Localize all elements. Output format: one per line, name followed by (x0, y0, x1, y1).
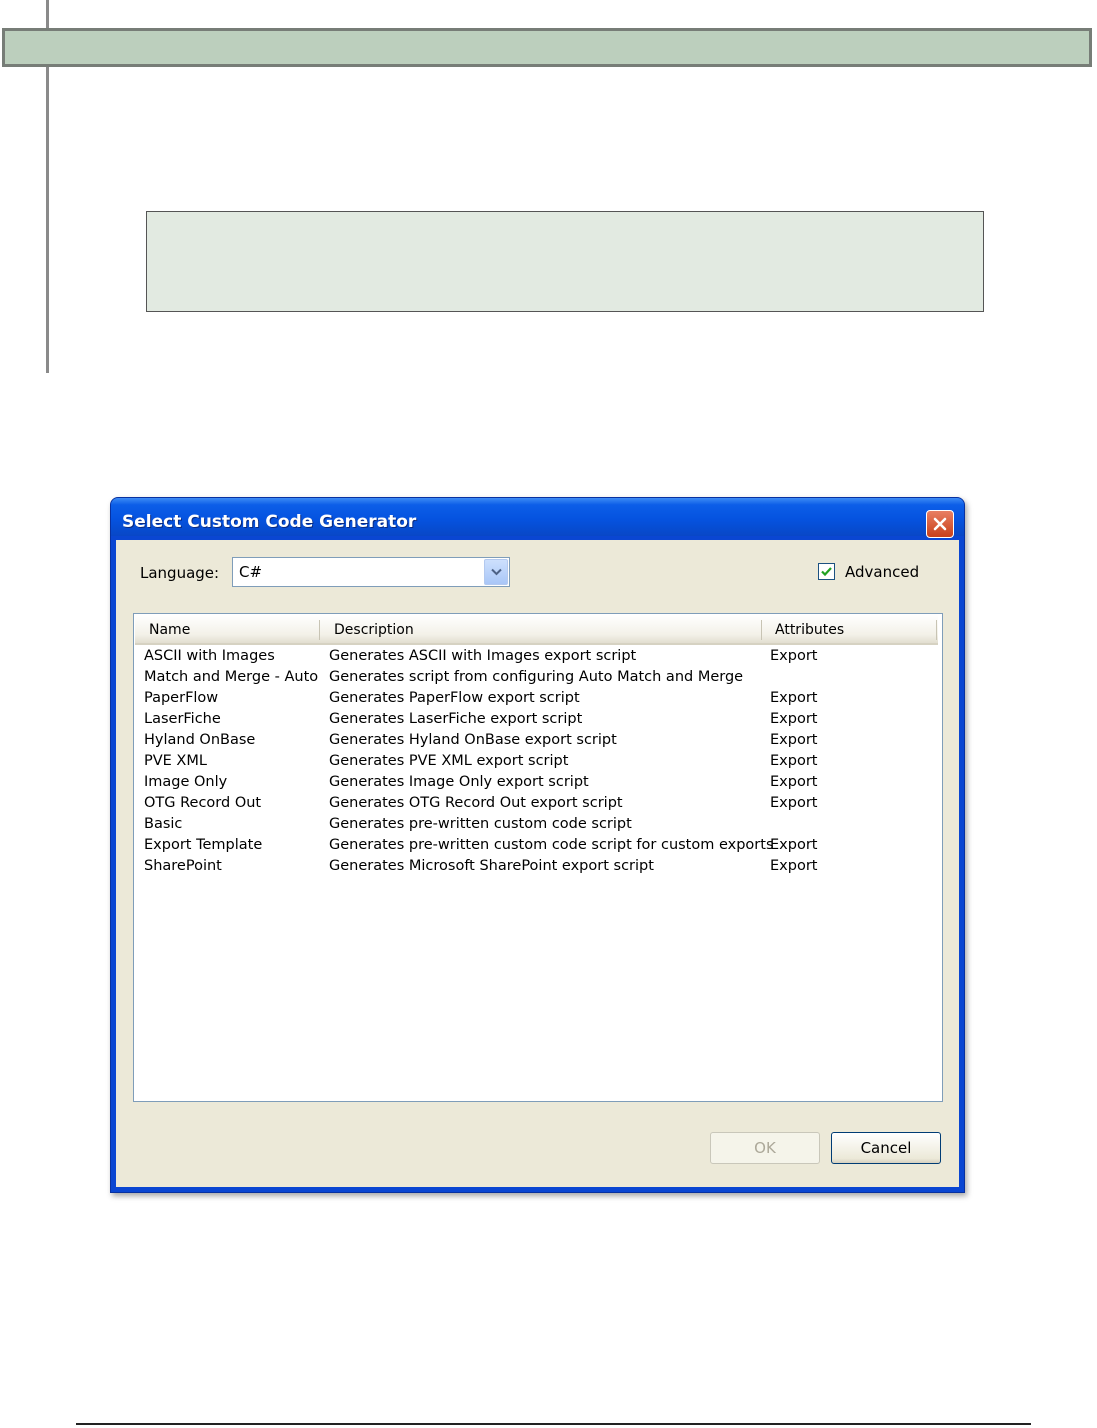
note-box (146, 211, 984, 312)
list-item[interactable]: OTG Record Out Generates OTG Record Out e… (134, 794, 942, 815)
dialog-title-bar[interactable]: Select Custom Code Generator (111, 498, 964, 538)
item-attributes: Export (770, 753, 818, 769)
column-separator[interactable] (936, 620, 937, 640)
column-separator[interactable] (319, 620, 320, 640)
list-body: ASCII with Images Generates ASCII with Im… (134, 647, 942, 878)
item-attributes: Export (770, 837, 818, 853)
item-name: Image Only (144, 774, 228, 790)
item-description: Generates pre-written custom code script (329, 816, 632, 832)
dialog-title: Select Custom Code Generator (122, 512, 417, 532)
item-name: PaperFlow (144, 690, 219, 706)
item-name: Hyland OnBase (144, 732, 256, 748)
list-header: Name Description Attributes (135, 615, 938, 645)
item-name: ASCII with Images (144, 648, 275, 664)
dropdown-button[interactable] (484, 559, 508, 585)
item-description: Generates script from configuring Auto M… (329, 669, 744, 685)
item-name: OTG Record Out (144, 795, 262, 811)
item-name: Basic (144, 816, 183, 832)
list-item[interactable]: Export Template Generates pre-written cus… (134, 836, 942, 857)
item-attributes: Export (770, 690, 818, 706)
item-name: SharePoint (144, 858, 222, 874)
item-description: Generates OTG Record Out export script (329, 795, 623, 811)
column-separator[interactable] (761, 620, 762, 640)
language-value: C# (239, 563, 263, 581)
list-item[interactable]: Image Only Generates Image Only export sc… (134, 773, 942, 794)
item-description: Generates PaperFlow export script (329, 690, 580, 706)
item-description: Generates Microsoft SharePoint export sc… (329, 858, 654, 874)
dialog-client-area: Language: C# Advanced Name Description A… (116, 540, 959, 1187)
checkmark-icon (821, 567, 832, 577)
list-item[interactable]: Match and Merge - Auto Generates script f… (134, 668, 942, 689)
select-custom-code-generator-dialog: Select Custom Code Generator Language: C… (110, 497, 965, 1193)
generator-list[interactable]: Name Description Attributes ASCII with I… (133, 613, 943, 1102)
item-description: Generates ASCII with Images export scrip… (329, 648, 637, 664)
close-icon (933, 517, 947, 531)
item-name: Export Template (144, 837, 263, 853)
item-name: LaserFiche (144, 711, 221, 727)
item-attributes: Export (770, 648, 818, 664)
item-name: Match and Merge - Auto (144, 669, 319, 685)
page-header-bar (2, 28, 1092, 67)
column-header-description[interactable]: Description (334, 615, 414, 643)
list-item[interactable]: PVE XML Generates PVE XML export script Ex… (134, 752, 942, 773)
page-footer-line (76, 1423, 1031, 1425)
list-item[interactable]: Basic Generates pre-written custom code s… (134, 815, 942, 836)
item-description: Generates pre-written custom code script… (329, 837, 774, 853)
item-attributes: Export (770, 774, 818, 790)
list-item[interactable]: ASCII with Images Generates ASCII with Im… (134, 647, 942, 668)
item-description: Generates Image Only export script (329, 774, 589, 790)
item-name: PVE XML (144, 753, 207, 769)
chevron-down-icon (491, 568, 502, 576)
list-item[interactable]: PaperFlow Generates PaperFlow export scri… (134, 689, 942, 710)
language-label: Language: (140, 564, 220, 582)
column-header-attributes[interactable]: Attributes (775, 615, 844, 643)
ok-button[interactable]: OK (710, 1132, 820, 1164)
advanced-label[interactable]: Advanced (845, 563, 919, 581)
list-item[interactable]: SharePoint Generates Microsoft SharePoint… (134, 857, 942, 878)
column-header-name[interactable]: Name (149, 615, 190, 643)
language-select[interactable]: C# (232, 557, 510, 587)
item-attributes: Export (770, 795, 818, 811)
item-description: Generates PVE XML export script (329, 753, 569, 769)
item-attributes: Export (770, 858, 818, 874)
item-description: Generates LaserFiche export script (329, 711, 583, 727)
list-item[interactable]: LaserFiche Generates LaserFiche export sc… (134, 710, 942, 731)
item-description: Generates Hyland OnBase export script (329, 732, 617, 748)
close-button[interactable] (926, 510, 954, 538)
advanced-checkbox[interactable] (818, 563, 835, 580)
item-attributes: Export (770, 711, 818, 727)
list-item[interactable]: Hyland OnBase Generates Hyland OnBase exp… (134, 731, 942, 752)
cancel-button[interactable]: Cancel (831, 1132, 941, 1164)
item-attributes: Export (770, 732, 818, 748)
